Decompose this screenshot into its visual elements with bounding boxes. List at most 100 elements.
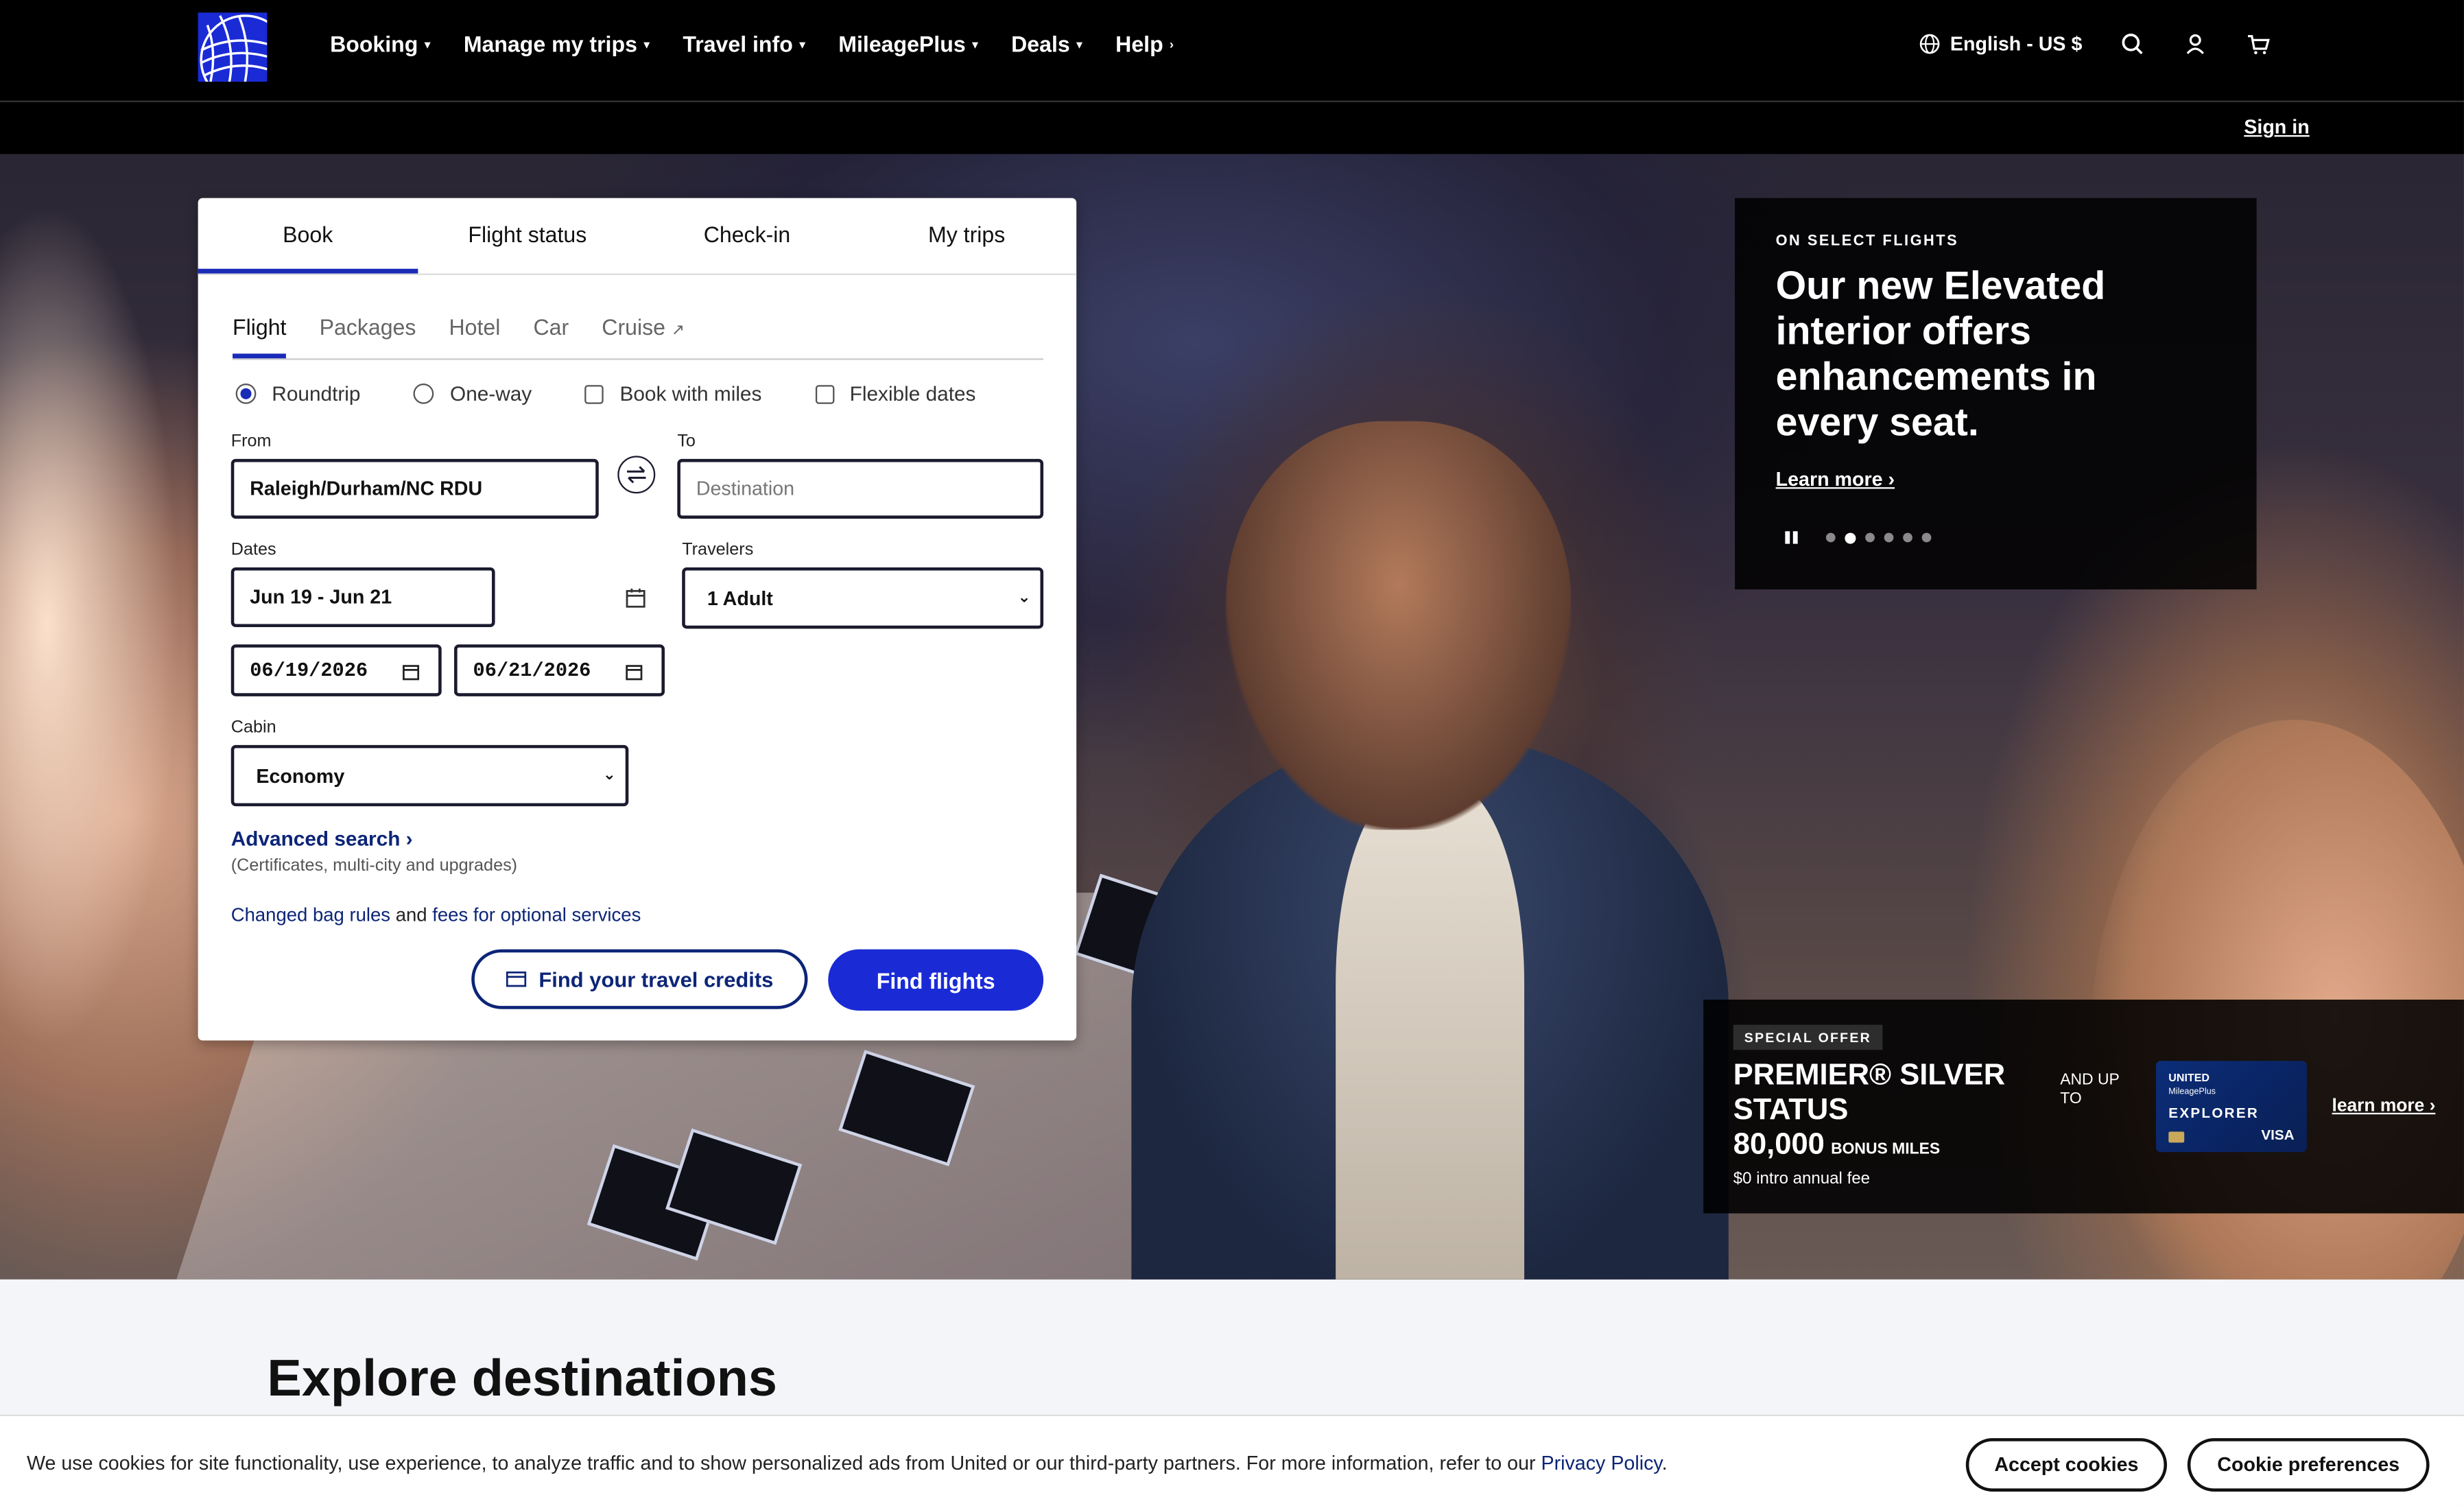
carousel-dot[interactable] bbox=[1825, 532, 1836, 543]
destination-input[interactable]: Destination bbox=[677, 458, 1044, 519]
offer-annual-fee: $0 intro annual fee bbox=[1733, 1169, 1871, 1188]
from-value: Raleigh/Durham/NC RDU bbox=[250, 478, 483, 500]
top-navigation-bar: Booking ▾ Manage my trips ▾ Travel info ▾ M… bbox=[0, 0, 2464, 102]
promo-learn-more-link[interactable]: Learn more › bbox=[1776, 469, 1895, 491]
subtab-flight[interactable]: Flight bbox=[233, 308, 287, 359]
cookie-text: We use cookies for site functionality, u… bbox=[26, 1452, 1541, 1474]
book-with-miles-checkbox[interactable] bbox=[585, 384, 604, 403]
nav-manage-my-trips[interactable]: Manage my trips ▾ bbox=[464, 32, 650, 57]
dates-input[interactable]: Jun 19 - Jun 21 bbox=[230, 567, 495, 628]
tab-my-trips[interactable]: My trips bbox=[857, 198, 1076, 274]
privacy-policy-link[interactable]: Privacy Policy bbox=[1541, 1452, 1661, 1474]
from-input[interactable]: Raleigh/Durham/NC RDU bbox=[230, 458, 599, 519]
booking-widget: Book Flight status Check-in My trips Fli… bbox=[198, 198, 1077, 1041]
travelers-select[interactable]: 1 Adult ⌄ bbox=[682, 567, 1044, 629]
man-shirt bbox=[1336, 782, 1525, 1280]
optional-fees-link[interactable]: fees for optional services bbox=[432, 904, 641, 926]
subtab-car[interactable]: Car bbox=[534, 308, 569, 358]
calendar-icon[interactable] bbox=[626, 663, 643, 681]
main-nav: Booking ▾ Manage my trips ▾ Travel info ▾ M… bbox=[330, 32, 1174, 57]
explore-destinations-heading: Explore destinations bbox=[267, 1348, 777, 1407]
advanced-search-link[interactable]: Advanced search › bbox=[231, 827, 413, 850]
search-icon[interactable] bbox=[2120, 32, 2145, 57]
promo-title: Our new Elevated interior offers enhance… bbox=[1775, 263, 2106, 445]
united-globe-logo[interactable] bbox=[198, 12, 268, 82]
tab-check-in[interactable]: Check-in bbox=[637, 198, 857, 274]
find-flights-button[interactable]: Find flights bbox=[828, 949, 1044, 1011]
language-selector[interactable]: English - US $ bbox=[1919, 33, 2082, 55]
nav-travel-info[interactable]: Travel info ▾ bbox=[683, 32, 805, 57]
chevron-down-icon: ▾ bbox=[971, 37, 979, 52]
destination-placeholder: Destination bbox=[696, 478, 795, 500]
subtab-hotel[interactable]: Hotel bbox=[449, 308, 501, 358]
from-label: From bbox=[230, 432, 272, 451]
chevron-right-icon: › bbox=[1169, 37, 1174, 52]
cookie-preferences-button[interactable]: Cookie preferences bbox=[2187, 1438, 2430, 1492]
calendar-icon[interactable] bbox=[626, 588, 646, 609]
cabin-label: Cabin bbox=[230, 718, 276, 738]
swap-icon[interactable] bbox=[617, 456, 656, 494]
card-network: VISA bbox=[2261, 1127, 2295, 1143]
nav-deals[interactable]: Deals ▾ bbox=[1011, 32, 1082, 57]
subtab-cruise[interactable]: Cruise ↗ bbox=[602, 308, 685, 358]
man-face bbox=[1225, 421, 1572, 830]
explorer-credit-card-image: UNITED MileagePlus EXPLORER VISA bbox=[2155, 1061, 2307, 1153]
chevron-down-icon: ▾ bbox=[1076, 37, 1083, 52]
cookie-banner: We use cookies for site functionality, u… bbox=[0, 1414, 2464, 1506]
user-icon[interactable] bbox=[2183, 32, 2208, 57]
accept-cookies-button[interactable]: Accept cookies bbox=[1965, 1438, 2168, 1492]
carousel-dot[interactable] bbox=[1921, 532, 1932, 543]
and-up-to-text: AND UP TO bbox=[2060, 1072, 2120, 1109]
special-offer-banner: SPECIAL OFFER PREMIER® SILVER STATUS 80,… bbox=[1703, 999, 2464, 1214]
pause-icon[interactable] bbox=[1785, 531, 1798, 544]
credit-card-icon bbox=[506, 971, 526, 987]
card-chip bbox=[2168, 1131, 2185, 1143]
oneway-option[interactable]: One-way bbox=[414, 382, 532, 405]
booking-tabs: Book Flight status Check-in My trips bbox=[198, 198, 1077, 275]
roundtrip-radio[interactable] bbox=[235, 383, 257, 404]
tab-flight-status[interactable]: Flight status bbox=[418, 198, 637, 274]
cookie-period: . bbox=[1661, 1452, 1668, 1474]
cart-icon[interactable] bbox=[2246, 32, 2271, 57]
subtab-packages[interactable]: Packages bbox=[320, 308, 416, 358]
offer-learn-more-link[interactable]: learn more › bbox=[2332, 1097, 2436, 1116]
offer-title: PREMIER® SILVER STATUS bbox=[1733, 1059, 2006, 1127]
flexible-dates-checkbox[interactable] bbox=[815, 384, 834, 403]
cabin-value: Economy bbox=[256, 764, 345, 787]
card-program: MileagePlus bbox=[2168, 1087, 2216, 1097]
cookie-message: We use cookies for site functionality, u… bbox=[27, 1452, 1668, 1474]
return-date-input[interactable]: 06/21/2026 bbox=[454, 644, 665, 696]
roundtrip-option[interactable]: Roundtrip bbox=[235, 382, 360, 405]
chevron-down-icon: ▾ bbox=[643, 37, 650, 52]
cabin-select[interactable]: Economy ⌄ bbox=[230, 744, 629, 807]
book-with-miles-option[interactable]: Book with miles bbox=[585, 382, 761, 405]
chevron-down-icon: ▾ bbox=[424, 37, 431, 52]
carousel-dot[interactable] bbox=[1884, 532, 1894, 543]
promo-panel: ON SELECT FLIGHTS Our new Elevated inter… bbox=[1735, 198, 2257, 590]
dates-label: Dates bbox=[230, 541, 276, 560]
offer-miles: 80,000 BONUS MILES bbox=[1733, 1129, 1940, 1163]
globe-icon bbox=[1919, 34, 1940, 54]
product-subtabs: Flight Packages Hotel Car Cruise ↗ bbox=[233, 308, 1044, 360]
external-link-icon: ↗ bbox=[671, 322, 685, 340]
nav-help[interactable]: Help › bbox=[1115, 32, 1174, 57]
carousel-dot[interactable] bbox=[1865, 532, 1875, 543]
oneway-radio[interactable] bbox=[414, 383, 435, 404]
nav-booking[interactable]: Booking ▾ bbox=[330, 32, 431, 57]
tab-book[interactable]: Book bbox=[198, 198, 418, 274]
flexible-dates-option[interactable]: Flexible dates bbox=[815, 382, 975, 405]
sign-in-link[interactable]: Sign in bbox=[2244, 117, 2309, 139]
calendar-icon[interactable] bbox=[402, 663, 420, 681]
depart-date-input[interactable]: 06/19/2026 bbox=[230, 644, 442, 696]
subtab-cruise-label: Cruise bbox=[602, 314, 666, 340]
changed-bag-rules-link[interactable]: Changed bag rules bbox=[231, 904, 390, 926]
carousel-dot-active[interactable] bbox=[1845, 532, 1856, 543]
offer-bonus-label: BONUS MILES bbox=[1831, 1141, 1941, 1159]
carousel-dot[interactable] bbox=[1903, 532, 1912, 543]
nav-mileageplus[interactable]: MileagePlus ▾ bbox=[838, 32, 978, 57]
bag-rules-text: Changed bag rules and fees for optional … bbox=[231, 904, 641, 926]
secondary-bar bbox=[0, 102, 2464, 154]
find-travel-credits-button[interactable]: Find your travel credits bbox=[471, 949, 808, 1009]
card-name: EXPLORER bbox=[2168, 1105, 2260, 1121]
travelers-label: Travelers bbox=[682, 541, 754, 560]
